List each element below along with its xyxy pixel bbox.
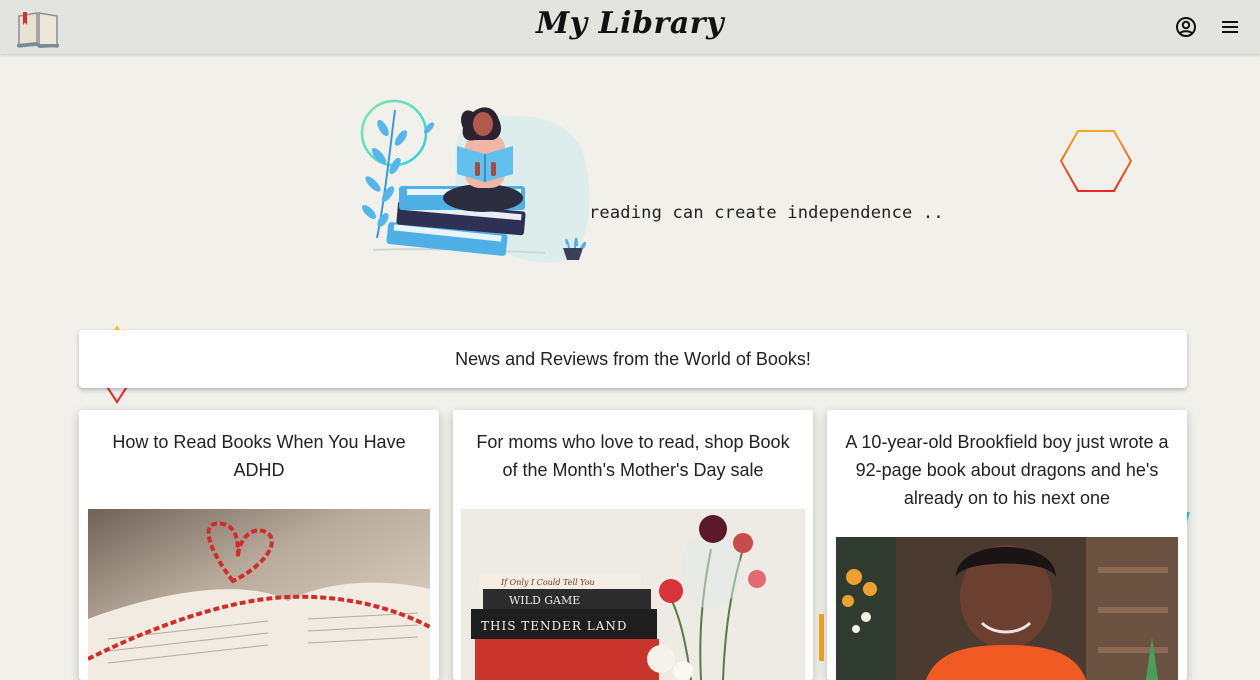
book-spine-title: WILD GAME (509, 594, 580, 607)
hamburger-menu-icon[interactable] (1218, 15, 1242, 39)
woman-reading-on-books-illustration (360, 99, 590, 263)
account-circle-icon[interactable] (1174, 15, 1198, 39)
book-spine-title: If Only I Could Tell You (500, 578, 595, 587)
article-title[interactable]: How to Read Books When You Have ADHD (93, 428, 425, 484)
article-title[interactable]: A 10-year-old Brookfield boy just wrote … (841, 428, 1173, 512)
stack-of-books-with-flowers-photo[interactable]: If Only I Could Tell You WILD GAME THIS … (461, 509, 805, 680)
article-card-adhd[interactable]: How to Read Books When You Have ADHD (79, 410, 439, 680)
news-banner-text: News and Reviews from the World of Books… (455, 348, 811, 369)
top-navigation-bar: My Library (0, 0, 1260, 54)
article-card-mothers-day-sale[interactable]: For moms who love to read, shop Book of … (453, 410, 813, 680)
site-title[interactable]: My Library (0, 6, 1260, 41)
orange-bar-decoration-icon (819, 614, 824, 661)
hexagon-decoration-icon (1059, 130, 1133, 192)
article-title[interactable]: For moms who love to read, shop Book of … (467, 428, 799, 484)
open-book-with-red-string-heart-photo[interactable] (88, 509, 430, 680)
book-spine-title: THIS TENDER LAND (481, 619, 628, 633)
smiling-boy-portrait-photo[interactable] (836, 537, 1178, 680)
article-card-young-author[interactable]: A 10-year-old Brookfield boy just wrote … (827, 410, 1187, 680)
news-banner: News and Reviews from the World of Books… (79, 330, 1187, 388)
hero-tagline: reading can create independence .. (589, 203, 944, 223)
